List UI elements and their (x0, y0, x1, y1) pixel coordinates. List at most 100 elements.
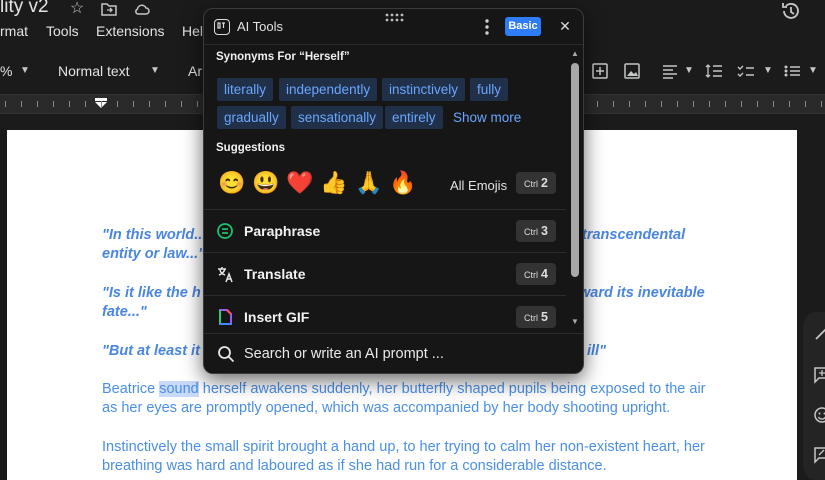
close-icon[interactable]: ✕ (557, 18, 573, 34)
synonym-chip[interactable]: sensationally (291, 106, 384, 129)
scrollbar-thumb[interactable] (571, 63, 579, 277)
suggestions-heading: Suggestions (216, 142, 286, 154)
translate-label: Translate (244, 266, 306, 282)
bulleted-list-icon[interactable] (782, 61, 802, 81)
emoji-heart[interactable]: ❤️ (286, 169, 314, 197)
menu-tools[interactable]: Tools (46, 23, 79, 39)
ruler-tick (165, 101, 166, 107)
popup-scrollbar[interactable]: ▲ ▼ (566, 45, 583, 333)
document-title[interactable]: lity v2 (0, 0, 49, 18)
emoji-thumbs-up[interactable]: 👍 (320, 169, 348, 197)
ruler-tick (773, 101, 774, 107)
chevron-down-icon[interactable]: ▼ (150, 65, 160, 76)
side-panel-rail (803, 312, 825, 480)
menu-extensions[interactable]: Extensions (96, 23, 164, 39)
version-history-icon[interactable] (780, 0, 802, 22)
doc-text: herself awakens suddenly, her butterfly … (198, 381, 706, 397)
emoji-pray[interactable]: 🙏 (355, 169, 383, 197)
line-spacing-icon[interactable] (704, 61, 724, 81)
chevron-down-icon[interactable]: ▼ (20, 65, 30, 76)
ruler-tick (709, 101, 710, 107)
ruler-tick (37, 101, 38, 107)
shortcut-badge: Ctrl 2 (516, 172, 556, 194)
ruler-tick (789, 101, 790, 107)
more-options-icon[interactable] (480, 18, 494, 36)
ai-tools-logo-icon (214, 19, 230, 35)
ruler-tick (85, 101, 86, 107)
checklist-icon[interactable] (736, 61, 756, 81)
doc-quote-line: "In this world... (102, 227, 207, 243)
menu-help[interactable]: Hel (182, 23, 203, 39)
paraphrase-action[interactable]: Paraphrase Ctrl 3 (204, 211, 566, 251)
synonym-chip[interactable]: independently (279, 78, 378, 101)
ruler-tick (645, 101, 646, 107)
synonym-chip[interactable]: instinctively (382, 78, 466, 101)
paraphrase-icon (217, 223, 233, 239)
doc-paragraph-line: Instinctively the small spirit brought a… (102, 439, 705, 455)
synonym-chip[interactable]: fully (470, 78, 509, 101)
emoji-smile[interactable]: 😊 (218, 169, 246, 197)
scroll-down-icon[interactable]: ▼ (571, 317, 579, 326)
add-comment-icon[interactable] (813, 366, 825, 384)
popup-content[interactable]: Synonyms For “Herself” literally indepen… (204, 45, 566, 333)
cloud-status-icon[interactable] (133, 0, 151, 18)
font-select[interactable]: Ar (188, 63, 202, 79)
show-more-link[interactable]: Show more (453, 110, 521, 125)
add-comment-icon[interactable] (590, 61, 610, 81)
ruler-tick (629, 101, 630, 107)
doc-quote-line: ill" (587, 343, 606, 359)
insert-gif-label: Insert GIF (244, 309, 310, 325)
ruler-tick (101, 101, 102, 107)
chevron-down-icon[interactable]: ▼ (763, 65, 773, 76)
emoji-grin[interactable]: 😃 (252, 169, 280, 197)
doc-quote-line: "But at least it (102, 343, 200, 359)
ruler-tick (133, 101, 134, 107)
drag-handle-icon[interactable] (384, 13, 406, 23)
ruler-tick (149, 101, 150, 107)
ruler-tick (725, 101, 726, 107)
ruler-tick (197, 101, 198, 107)
synonym-chip[interactable]: gradually (217, 106, 286, 129)
shortcut-badge: Ctrl 4 (516, 263, 556, 285)
popup-title: AI Tools (237, 19, 284, 34)
insert-image-icon[interactable] (622, 61, 642, 81)
magic-wand-icon[interactable] (813, 324, 825, 342)
ruler-tick (181, 101, 182, 107)
ai-prompt-input[interactable] (244, 343, 564, 365)
ruler-tick (69, 101, 70, 107)
ruler-tick (821, 101, 822, 107)
doc-quote-line: "Is it like the h (102, 285, 201, 301)
gif-icon (219, 309, 232, 325)
ruler-tick (693, 101, 694, 107)
doc-quote-line: fate..." (102, 304, 147, 320)
doc-quote-line: transcendental (582, 227, 686, 243)
star-icon[interactable]: ☆ (68, 0, 86, 18)
chevron-down-icon[interactable]: ▼ (808, 65, 818, 76)
chevron-down-icon[interactable]: ▼ (684, 65, 694, 76)
divider (204, 209, 566, 210)
emoji-reaction-icon[interactable] (813, 406, 825, 424)
selected-word[interactable]: sound (159, 381, 199, 397)
paragraph-style-select[interactable]: Normal text (58, 63, 130, 79)
doc-paragraph-line: breathing was hard and laboured as if sh… (102, 458, 607, 474)
align-left-icon[interactable] (660, 61, 680, 81)
popup-header: AI Tools Basic ✕ (204, 9, 583, 45)
scroll-up-icon[interactable]: ▲ (571, 49, 579, 58)
search-icon (218, 346, 235, 363)
ruler-tick (677, 101, 678, 107)
suggest-edit-icon[interactable] (813, 446, 825, 464)
ruler-tick (613, 101, 614, 107)
menu-format[interactable]: rmat (0, 23, 28, 39)
synonym-chip[interactable]: entirely (385, 106, 443, 129)
ruler-tick (805, 101, 806, 107)
emoji-fire[interactable]: 🔥 (389, 169, 417, 197)
ruler-tick (661, 101, 662, 107)
zoom-select[interactable]: % (0, 63, 12, 79)
insert-gif-action[interactable]: Insert GIF Ctrl 5 (204, 297, 566, 333)
plan-badge[interactable]: Basic (505, 17, 541, 36)
all-emojis-button[interactable]: All Emojis (450, 178, 507, 193)
move-folder-icon[interactable] (100, 0, 118, 18)
translate-action[interactable]: Translate Ctrl 4 (204, 254, 566, 294)
synonym-chip[interactable]: literally (217, 78, 274, 101)
ruler-tick (741, 101, 742, 107)
